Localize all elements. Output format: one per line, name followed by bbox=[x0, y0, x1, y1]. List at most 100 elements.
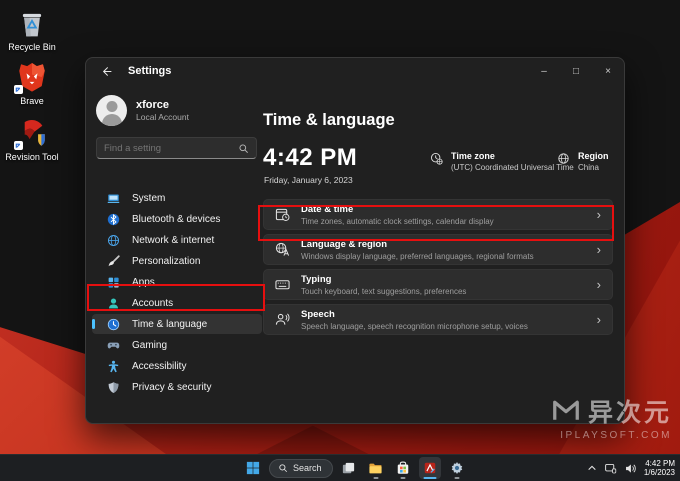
window-title: Settings bbox=[128, 65, 171, 77]
card-title: Language & region bbox=[301, 239, 534, 251]
tray-hardware-icon[interactable] bbox=[604, 462, 617, 475]
sidebar-item-accounts[interactable]: Accounts bbox=[92, 293, 262, 313]
typing-keyboard-icon bbox=[275, 277, 290, 292]
volume-icon[interactable] bbox=[624, 462, 637, 475]
accessibility-person-icon bbox=[107, 360, 120, 373]
chevron-right-icon: › bbox=[597, 243, 601, 256]
settings-main-panel: Time & language 4:42 PM Friday, January … bbox=[263, 84, 624, 423]
sidebar-item-accessibility[interactable]: Accessibility bbox=[92, 356, 262, 376]
bluetooth-icon bbox=[107, 213, 120, 226]
region-value: China bbox=[578, 163, 609, 172]
card-description: Windows display language, preferred lang… bbox=[301, 252, 534, 261]
speech-icon bbox=[275, 312, 290, 327]
clock-time: 4:42 PM bbox=[263, 144, 357, 172]
close-button[interactable]: × bbox=[592, 58, 624, 84]
sidebar-item-network-internet[interactable]: Network & internet bbox=[92, 230, 262, 250]
apps-icon bbox=[107, 276, 120, 289]
shortcut-arrow-badge bbox=[14, 141, 23, 150]
sidebar-item-label: Time & language bbox=[132, 319, 207, 330]
microsoft-store-icon bbox=[396, 461, 410, 475]
desktop-icon-revision-tool[interactable]: Revision Tool bbox=[0, 116, 64, 162]
settings-window: Settings – □ × xforce Local Account bbox=[85, 57, 625, 424]
clock-date: Friday, January 6, 2023 bbox=[264, 175, 353, 185]
tray-clock[interactable]: 4:42 PM 1/6/2023 bbox=[644, 459, 675, 478]
sidebar-item-apps[interactable]: Apps bbox=[92, 272, 262, 292]
sidebar-item-system[interactable]: System bbox=[92, 188, 262, 208]
task-view-icon bbox=[341, 461, 356, 476]
sidebar-item-personalization[interactable]: Personalization bbox=[92, 251, 262, 271]
settings-gear-icon bbox=[450, 461, 464, 475]
sidebar-item-label: Bluetooth & devices bbox=[132, 214, 220, 225]
region-globe-icon bbox=[557, 152, 570, 165]
sidebar-item-label: Privacy & security bbox=[132, 382, 211, 393]
timezone-label: Time zone bbox=[451, 150, 574, 162]
brave-browser-icon bbox=[15, 60, 49, 94]
task-view-button[interactable] bbox=[338, 457, 360, 479]
personalization-brush-icon bbox=[107, 255, 120, 268]
sidebar-item-privacy-security[interactable]: Privacy & security bbox=[92, 377, 262, 397]
search-icon bbox=[238, 143, 249, 154]
region-summary: Region China bbox=[557, 150, 609, 172]
chevron-right-icon: › bbox=[597, 313, 601, 326]
desktop: { "desktop": { "icons": [ { "label": "Re… bbox=[0, 0, 680, 481]
timezone-icon bbox=[430, 152, 443, 165]
desktop-icon-label: Revision Tool bbox=[0, 152, 64, 162]
user-avatar bbox=[96, 95, 127, 126]
user-account-row[interactable]: xforce Local Account bbox=[92, 88, 259, 128]
back-button[interactable] bbox=[98, 63, 114, 79]
running-indicator bbox=[400, 477, 405, 479]
time-language-clock-icon bbox=[107, 318, 120, 331]
running-indicator bbox=[373, 477, 378, 479]
sidebar-item-bluetooth-devices[interactable]: Bluetooth & devices bbox=[92, 209, 262, 229]
settings-search-box[interactable] bbox=[96, 137, 257, 159]
desktop-icon-brave[interactable]: Brave bbox=[0, 60, 64, 106]
start-button[interactable] bbox=[242, 457, 264, 479]
maximize-button[interactable]: □ bbox=[560, 58, 592, 84]
date-time-icon bbox=[275, 207, 290, 222]
card-description: Speech language, speech recognition micr… bbox=[301, 322, 528, 331]
microsoft-store-button[interactable] bbox=[392, 457, 414, 479]
card-description: Touch keyboard, text suggestions, prefer… bbox=[301, 287, 466, 296]
minimize-button[interactable]: – bbox=[528, 58, 560, 84]
user-name: xforce bbox=[136, 99, 189, 112]
sidebar-item-label: Gaming bbox=[132, 340, 167, 351]
card-speech[interactable]: Speech Speech language, speech recogniti… bbox=[263, 304, 613, 335]
revision-tool-icon bbox=[15, 116, 49, 150]
accounts-person-icon bbox=[107, 297, 120, 310]
sidebar-item-time-language[interactable]: Time & language bbox=[92, 314, 262, 334]
tray-chevron-up-icon[interactable] bbox=[587, 463, 597, 473]
card-language-region[interactable]: Language & region Windows display langua… bbox=[263, 234, 613, 265]
shortcut-arrow-badge bbox=[14, 85, 23, 94]
region-label: Region bbox=[578, 150, 609, 162]
sidebar-item-label: Apps bbox=[132, 277, 155, 288]
taskbar-search[interactable]: Search bbox=[269, 459, 333, 478]
revision-tool-taskbar-button[interactable] bbox=[419, 457, 441, 479]
card-title: Date & time bbox=[301, 204, 494, 216]
timezone-summary: Time zone (UTC) Coordinated Universal Ti… bbox=[430, 150, 574, 172]
sidebar-item-label: System bbox=[132, 193, 165, 204]
tray-time: 4:42 PM bbox=[644, 459, 675, 469]
privacy-shield-icon bbox=[107, 381, 120, 394]
recycle-bin-icon bbox=[15, 6, 49, 40]
card-date-time[interactable]: Date & time Time zones, automatic clock … bbox=[263, 199, 613, 230]
sidebar-item-label: Network & internet bbox=[132, 235, 214, 246]
user-account-type: Local Account bbox=[136, 112, 189, 122]
sidebar-item-gaming[interactable]: Gaming bbox=[92, 335, 262, 355]
desktop-icon-label: Recycle Bin bbox=[0, 42, 64, 52]
running-indicator bbox=[454, 477, 459, 479]
chevron-right-icon: › bbox=[597, 208, 601, 221]
page-title: Time & language bbox=[263, 111, 395, 130]
desktop-icon-label: Brave bbox=[0, 96, 64, 106]
sidebar-item-label: Accounts bbox=[132, 298, 173, 309]
windows-logo-icon bbox=[246, 461, 260, 475]
desktop-icon-recycle-bin[interactable]: Recycle Bin bbox=[0, 6, 64, 52]
sidebar-item-label: Personalization bbox=[132, 256, 200, 267]
card-typing[interactable]: Typing Touch keyboard, text suggestions,… bbox=[263, 269, 613, 300]
settings-search-input[interactable] bbox=[104, 143, 238, 154]
file-explorer-button[interactable] bbox=[365, 457, 387, 479]
search-icon bbox=[278, 463, 288, 473]
settings-taskbar-button[interactable] bbox=[446, 457, 468, 479]
card-title: Typing bbox=[301, 274, 466, 286]
file-explorer-icon bbox=[368, 461, 383, 476]
taskbar: Search bbox=[0, 454, 680, 481]
